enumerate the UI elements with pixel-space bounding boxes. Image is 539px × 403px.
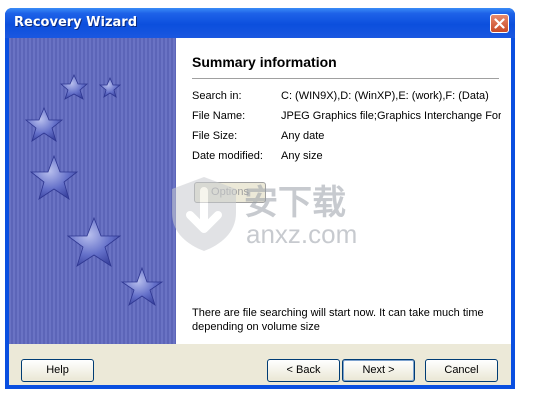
next-button[interactable]: Next > xyxy=(342,359,415,382)
date-modified-value: Any size xyxy=(281,150,323,162)
search-in-label: Search in: xyxy=(192,90,242,102)
shield-icon xyxy=(172,177,236,251)
recovery-wizard-window: Recovery Wizard Summary information Sear… xyxy=(5,8,515,389)
date-modified-label: Date modified: xyxy=(192,150,263,162)
back-button[interactable]: < Back xyxy=(267,359,340,382)
stars-graphic xyxy=(24,74,164,307)
heading-divider xyxy=(192,78,499,79)
watermark-text-cn: 安下载 xyxy=(244,184,346,222)
star-shape xyxy=(66,216,122,267)
file-name-label: File Name: xyxy=(192,110,246,122)
watermark-domain: anxz.com xyxy=(246,219,358,249)
page-title: Summary information xyxy=(192,54,337,70)
star-shape xyxy=(29,154,79,200)
wizard-page: Summary information Search in: C: (WIN9X… xyxy=(9,38,511,344)
dialog-client-area: Summary information Search in: C: (WIN9X… xyxy=(9,38,511,385)
star-shape xyxy=(24,106,64,142)
close-icon xyxy=(494,18,505,29)
watermark: 安下载 anxz.com xyxy=(164,173,384,263)
search-in-value: C: (WIN9X),D: (WinXP),E: (work),F: (Data… xyxy=(281,90,489,102)
file-name-value: JPEG Graphics file;Graphics Interchange … xyxy=(281,110,501,122)
window-title: Recovery Wizard xyxy=(14,15,138,30)
wizard-side-banner xyxy=(9,38,176,344)
star-shape xyxy=(59,74,89,100)
file-size-label: File Size: xyxy=(192,130,238,142)
star-shape xyxy=(24,74,164,307)
star-shape xyxy=(98,76,122,98)
title-bar[interactable]: Recovery Wizard xyxy=(5,8,515,38)
status-message: There are file searching will start now.… xyxy=(192,307,484,333)
cancel-button[interactable]: Cancel xyxy=(425,359,498,382)
file-size-value: Any date xyxy=(281,130,325,142)
help-button[interactable]: Help xyxy=(21,359,94,382)
star-shape xyxy=(120,266,164,307)
close-button[interactable] xyxy=(490,14,509,33)
